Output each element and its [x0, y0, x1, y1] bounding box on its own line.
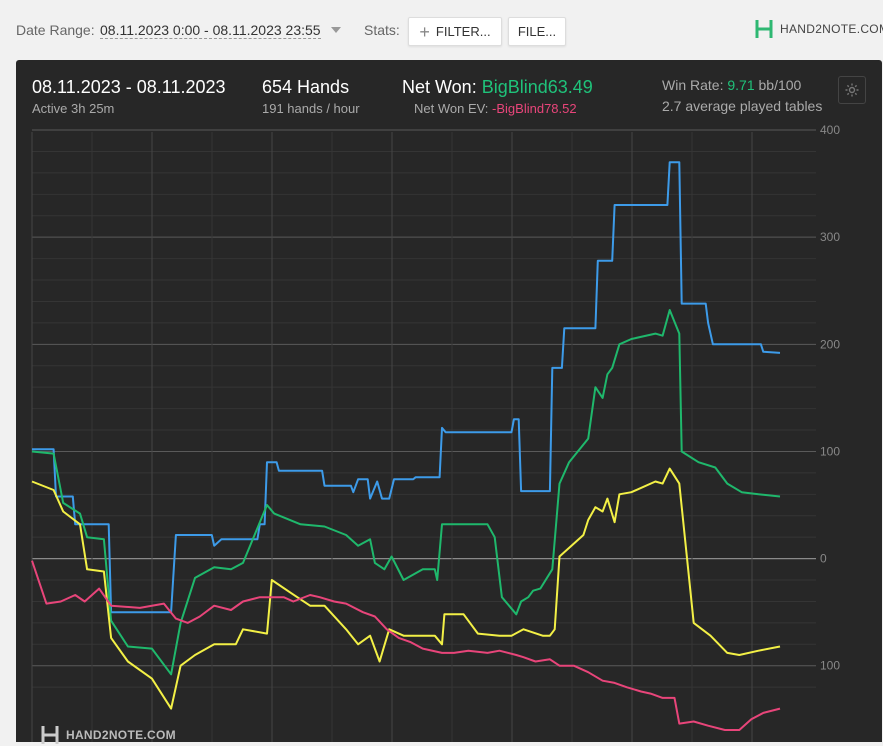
chart-series [31, 161, 781, 731]
watermark-text: HAND2NOTE.COM [66, 728, 176, 742]
brand-logo[interactable]: HAND2NOTE.COM [754, 18, 883, 40]
date-range-value: 08.11.2023 0:00 - 08.11.2023 23:55 [100, 21, 321, 39]
y-tick-label: 400 [820, 123, 840, 137]
filter-button-label: FILTER... [435, 24, 491, 39]
toolbar: Date Range: 08.11.2023 0:00 - 08.11.2023… [0, 0, 883, 58]
y-tick-label: 200 [820, 337, 840, 351]
series-line-pink [31, 560, 781, 731]
chevron-down-icon [330, 27, 341, 33]
y-tick-label: 100 [820, 659, 840, 673]
y-tick-label: 0 [820, 552, 827, 566]
plus-icon: + [419, 21, 430, 42]
brand-text: HAND2NOTE.COM [780, 22, 883, 36]
watermark-logo-icon [41, 726, 59, 744]
profit-line-chart: 400 300 200 100 0 100 [31, 123, 840, 742]
series-line-yellow [31, 467, 781, 710]
y-tick-label: 300 [820, 230, 840, 244]
graph-panel: 08.11.2023 - 08.11.2023 Active 3h 25m 65… [16, 60, 882, 744]
chart-y-ticks: 400 300 200 100 0 100 [820, 123, 840, 673]
date-range-select[interactable]: 08.11.2023 0:00 - 08.11.2023 23:55 [100, 19, 341, 41]
chart-grid [31, 129, 816, 742]
stats-label: Stats: [364, 22, 400, 38]
series-line-green [31, 309, 781, 676]
watermark: HAND2NOTE.COM [40, 724, 176, 746]
file-button[interactable]: FILE... [508, 17, 566, 46]
h2n-logo-icon [755, 20, 773, 38]
date-range-label: Date Range: [16, 22, 95, 38]
y-tick-label: 100 [820, 444, 840, 458]
file-button-label: FILE... [517, 24, 557, 39]
filter-button[interactable]: + FILTER... [408, 17, 502, 46]
